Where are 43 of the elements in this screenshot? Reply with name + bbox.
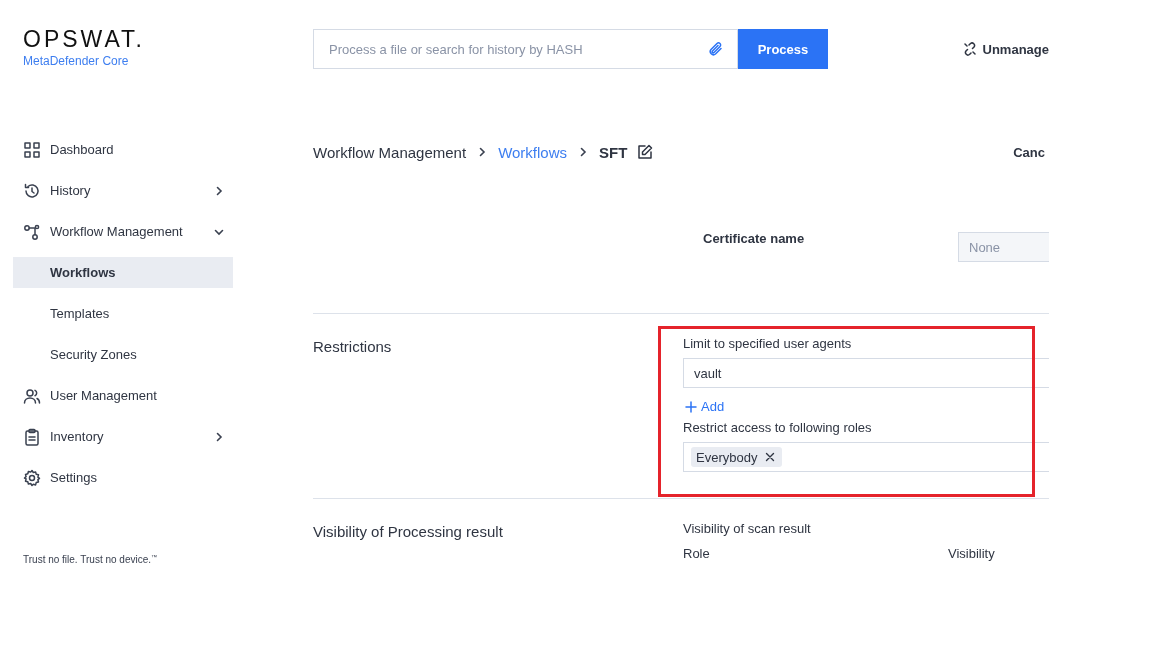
role-name: Everybody [696,449,758,465]
sidebar-item[interactable]: User Management [13,375,233,416]
sidebar-item[interactable]: History [13,170,233,211]
dashboard-icon [23,140,41,159]
breadcrumb-link[interactable]: Workflows [498,143,568,161]
section-title: Visibility of Processing result [313,523,504,542]
roles-field[interactable]: Everybody [683,442,1049,472]
sidebar-item[interactable]: Inventory [13,416,233,457]
clipboard-icon [23,427,41,446]
unlink-icon [962,42,977,56]
sidebar-item[interactable]: Workflow Management [13,211,233,252]
sidebar-subitem[interactable]: Templates [13,298,233,329]
sidebar-item[interactable]: Dashboard [13,129,233,170]
field-label: Limit to specified user agents [683,336,853,351]
field-label: Restrict access to following roles [683,420,873,435]
section-title: Restrictions [313,338,393,357]
tagline: Trust no file. Trust no device.$^{™}$ [23,554,158,566]
paperclip-icon[interactable] [708,41,724,57]
logo: OPSWAT. [23,28,145,50]
field-label: Certificate name [703,231,805,246]
field-label: Visibility of scan result [683,521,812,536]
settings-icon [23,468,41,487]
edit-icon[interactable] [637,144,654,160]
certificate-field[interactable]: None [958,232,1049,262]
sidebar-item[interactable]: Settings [13,457,233,498]
product-name: MetaDefender Core [23,54,129,68]
users-icon [23,386,41,405]
process-button[interactable]: Process [738,29,828,69]
workflow-icon [23,222,41,241]
breadcrumb-current: SFT [599,143,628,161]
add-button[interactable]: Add [685,399,725,414]
close-icon[interactable] [765,452,776,462]
breadcrumb-item[interactable]: Workflow Management [313,143,467,161]
user-agent-field[interactable]: vault [683,358,1049,388]
unmanage-link[interactable]: Unmanage [982,41,1049,57]
cancel-button[interactable]: Canc [1013,144,1045,160]
plus-icon [685,400,697,413]
sidebar-subitem[interactable]: Workflows [13,257,233,288]
history-icon [23,181,41,200]
search-field[interactable]: Process a file or search for history by HASH [313,29,738,69]
column-header: Visibility [948,546,995,561]
sidebar-subitem[interactable]: Security Zones [13,339,233,370]
column-header: Role [683,546,711,561]
